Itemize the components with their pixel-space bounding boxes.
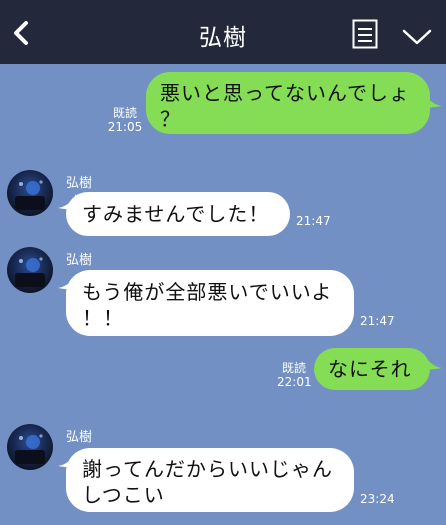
message-time: 21:47 xyxy=(296,214,331,228)
chat-title: 弘樹 xyxy=(199,25,247,51)
message-bubble[interactable]: なにそれ xyxy=(314,348,430,390)
notes-icon[interactable] xyxy=(352,19,378,49)
chevron-down-icon[interactable] xyxy=(402,28,432,46)
message-bubble[interactable]: 悪いと思ってないんでしょ ？ xyxy=(146,72,430,134)
message-bubble[interactable]: すみませんでした！ xyxy=(66,192,290,236)
message-bubble[interactable]: 謝ってんだからいいじゃん しつこい xyxy=(66,448,354,512)
message-time: 21:47 xyxy=(360,314,395,328)
read-label: 既読 xyxy=(281,361,306,375)
avatar[interactable] xyxy=(7,424,53,470)
message-time: 23:24 xyxy=(360,492,395,506)
sender-name: 弘樹 xyxy=(66,176,93,191)
message-time: 22:01 xyxy=(277,375,312,389)
sender-name: 弘樹 xyxy=(66,430,93,445)
chat-header: 弘樹 xyxy=(0,0,446,64)
avatar[interactable] xyxy=(7,170,53,216)
bubble-tail xyxy=(424,354,442,370)
sender-name: 弘樹 xyxy=(66,253,93,268)
read-receipt: 既読 22:01 xyxy=(277,361,312,389)
message-time: 21:05 xyxy=(107,120,143,134)
bubble-tail xyxy=(424,92,442,108)
read-receipt: 既読 21:05 xyxy=(106,106,144,134)
avatar[interactable] xyxy=(7,247,53,293)
read-label: 既読 xyxy=(112,106,137,120)
message-bubble[interactable]: もう俺が全部悪いでいいよ ！！ xyxy=(66,270,354,336)
